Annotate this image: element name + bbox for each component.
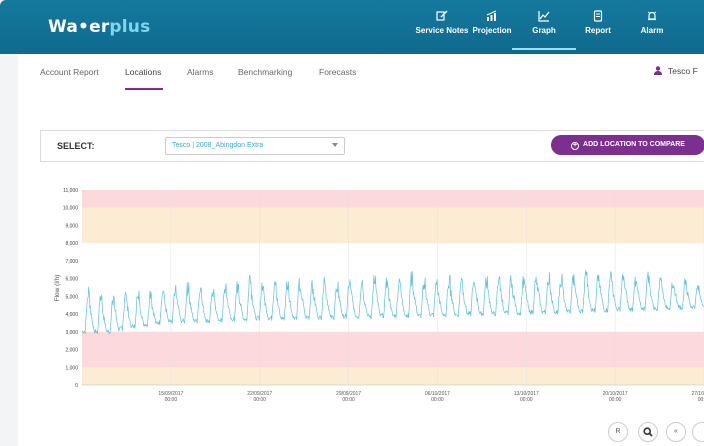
y-tick-label: 9,000: [65, 223, 78, 229]
x-tick-time: 00:00: [165, 397, 178, 403]
y-tick-label: 2,000: [65, 348, 78, 354]
graph-icon: [538, 11, 550, 22]
location-dropdown[interactable]: Tesco | 2008_Abingdon Extra: [165, 137, 345, 155]
active-tab-indicator: [125, 88, 163, 90]
alarm-icon: [647, 11, 657, 21]
reset-zoom-button[interactable]: R: [608, 422, 628, 442]
location-dropdown-value: Tesco | 2008_Abingdon Extra: [172, 142, 264, 149]
y-tick-label: 4,000: [65, 312, 78, 318]
x-tick-time: 00:00: [431, 397, 444, 403]
waterplus-logo[interactable]: Wa•erplus: [48, 17, 150, 37]
y-tick-label: 1,000: [65, 365, 78, 371]
y-tick-label: 5,000: [65, 294, 78, 300]
band-red: [82, 331, 704, 368]
tab-locations[interactable]: Locations: [125, 67, 161, 77]
nav-label: Projection: [472, 26, 512, 35]
tab-benchmarking[interactable]: Benchmarking: [238, 67, 292, 77]
band-red: [82, 190, 704, 208]
tab-account-report[interactable]: Account Report: [40, 67, 99, 77]
chevron-down-icon: [332, 143, 338, 147]
x-tick-time: 00:00: [253, 397, 266, 403]
x-tick-time: 00:00: [342, 397, 355, 403]
nav-label: Alarm: [640, 26, 664, 35]
projection-icon: [486, 10, 497, 21]
edit-icon: [436, 10, 448, 21]
sub-tabs: Account Report Locations Alarms Benchmar…: [18, 54, 704, 94]
prev-label: «: [674, 428, 678, 435]
y-tick-label: 3,000: [65, 330, 78, 336]
location-select-bar: SELECT: Tesco | 2008_Abingdon Extra + ADD…: [40, 130, 704, 162]
report-icon: [593, 10, 603, 22]
previous-button[interactable]: «: [666, 422, 686, 442]
y-tick-label: 0: [75, 383, 78, 389]
y-tick-label: 10,000: [63, 206, 79, 212]
select-label: SELECT:: [57, 141, 95, 151]
add-location-to-compare-button[interactable]: + ADD LOCATION TO COMPARE: [551, 135, 704, 155]
x-tick-time: 00:00: [698, 397, 704, 403]
top-navigation-bar: Wa•erplus Service Notes Projection Graph…: [0, 0, 704, 54]
zoom-button[interactable]: [638, 422, 658, 442]
y-tick-label: 6,000: [65, 277, 78, 283]
zoom-icon: [643, 427, 653, 437]
y-tick-label: 8,000: [65, 241, 78, 247]
user-menu[interactable]: Tesco F: [654, 66, 698, 76]
user-icon: [654, 66, 662, 75]
nav-alarm[interactable]: Alarm: [620, 10, 684, 50]
add-location-label: ADD LOCATION TO COMPARE: [583, 141, 685, 148]
y-tick-label: 11,000: [63, 188, 78, 194]
band-amber: [82, 367, 704, 385]
nav-label: Report: [585, 26, 611, 35]
main-content: Account Report Locations Alarms Benchmar…: [18, 54, 704, 446]
tab-forecasts[interactable]: Forecasts: [319, 67, 356, 77]
x-tick-time: 00:00: [520, 397, 533, 403]
user-name: Tesco F: [668, 66, 698, 76]
band-amber: [82, 207, 704, 244]
plus-circle-icon: +: [571, 142, 580, 150]
tab-alarms[interactable]: Alarms: [187, 67, 213, 77]
nav-label: Graph: [532, 26, 556, 35]
x-tick-time: 00:00: [609, 397, 622, 403]
y-axis-label: Flow (l/h): [54, 275, 61, 302]
reset-label: R: [615, 428, 621, 435]
y-tick-label: 7,000: [65, 259, 78, 265]
